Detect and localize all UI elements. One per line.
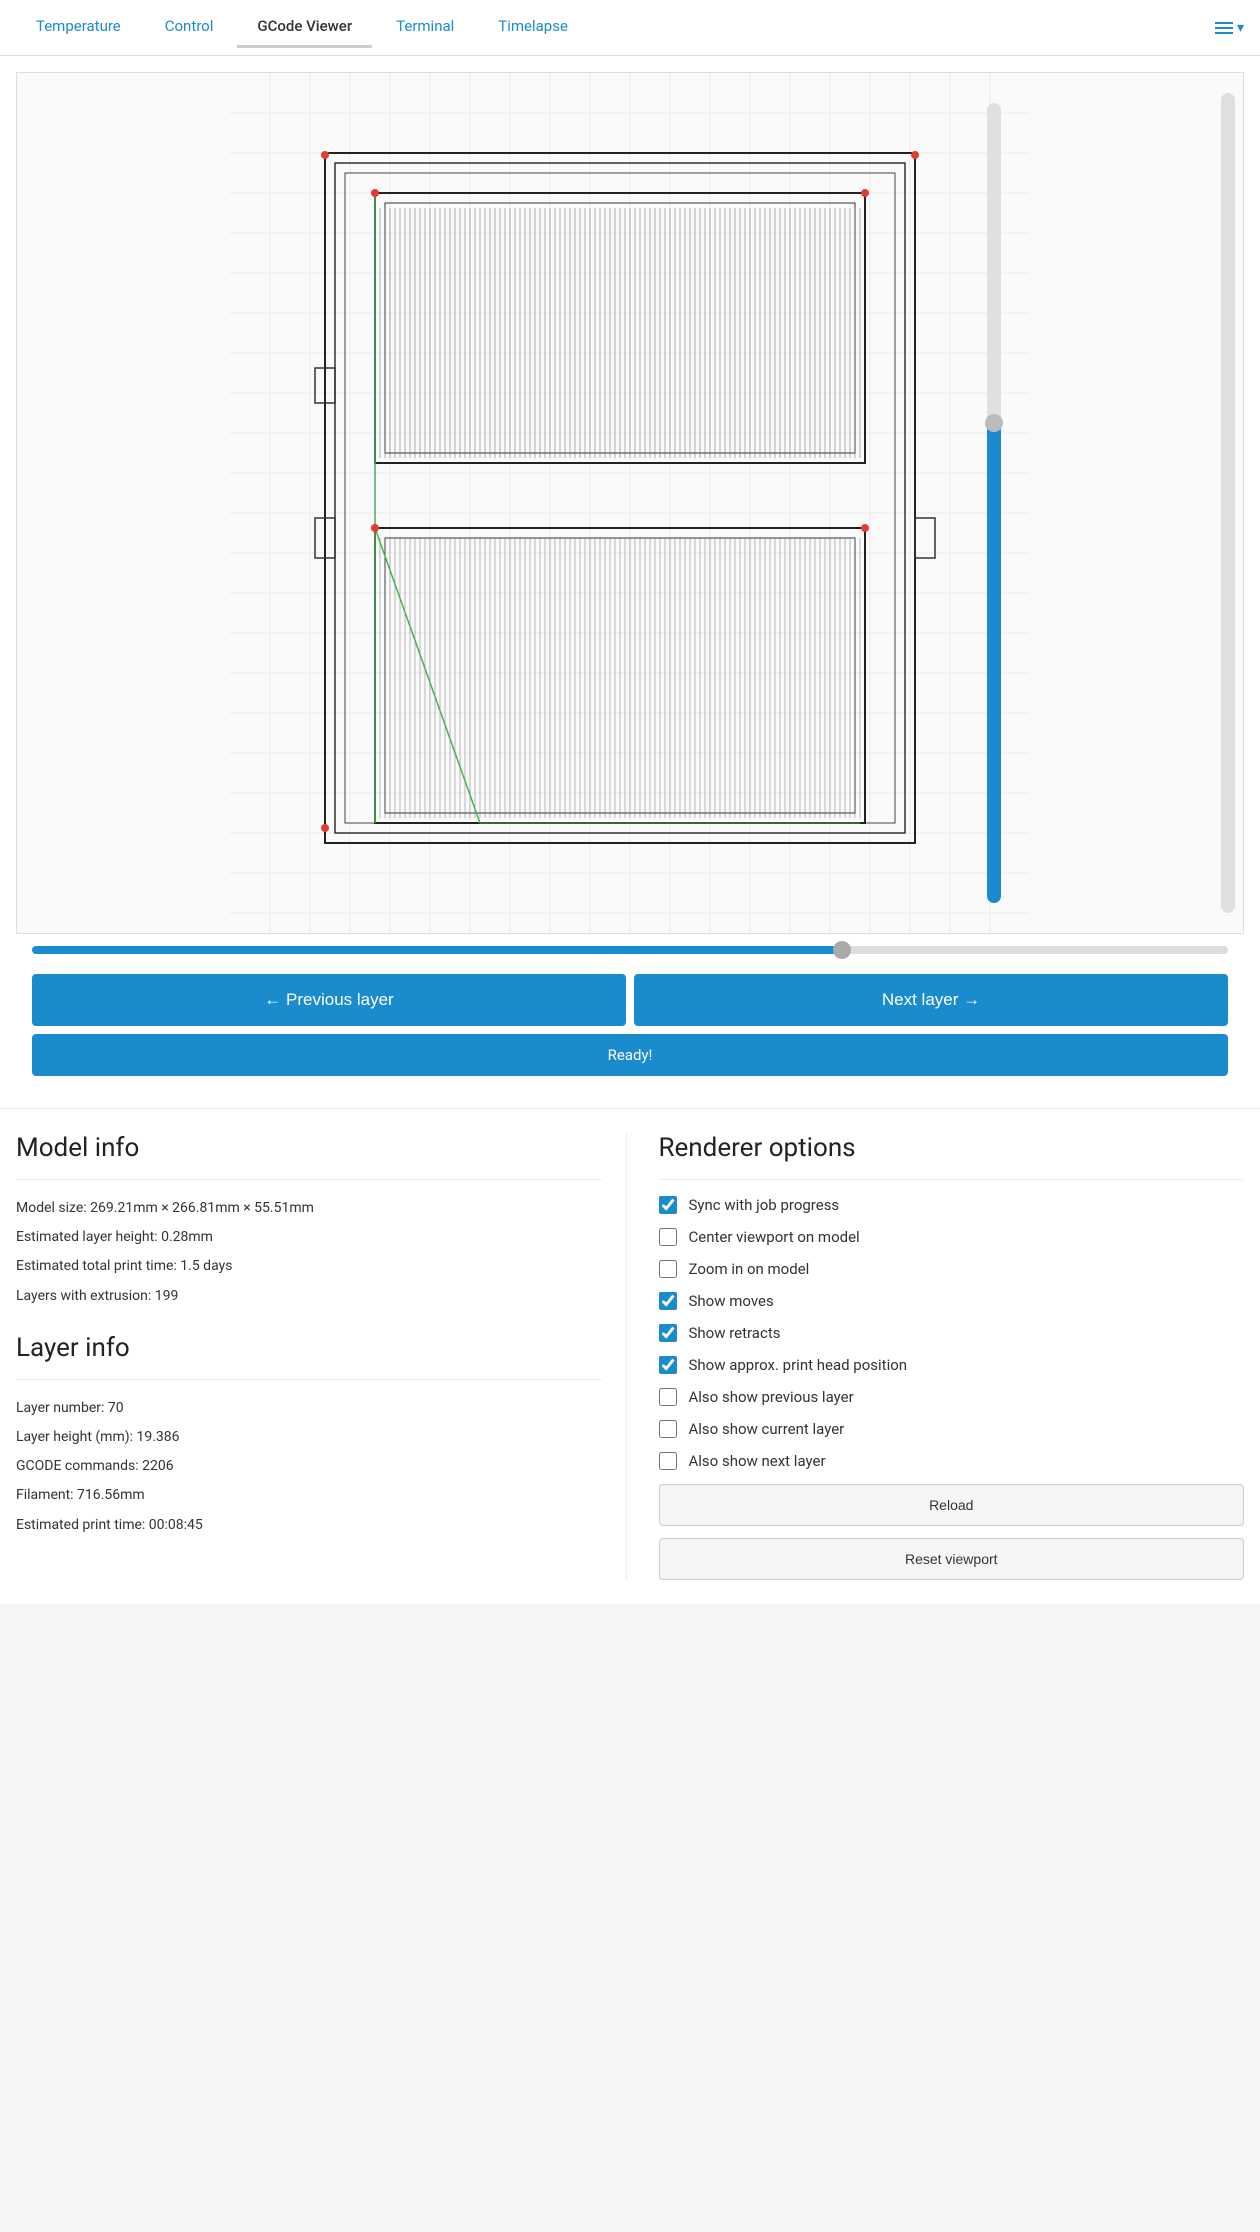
option-row-show-moves: Show moves xyxy=(659,1292,1245,1310)
layer-info-title: Layer info xyxy=(16,1333,602,1363)
prev-layer-button[interactable]: ← Previous layer xyxy=(32,974,626,1026)
info-sections: Model info Model size: 269.21mm × 266.81… xyxy=(0,1108,1260,1604)
next-layer-button[interactable]: Next layer → xyxy=(634,974,1228,1026)
reset-viewport-button[interactable]: Reset viewport xyxy=(659,1538,1245,1580)
label-show-current-layer: Also show current layer xyxy=(689,1420,845,1438)
renderer-options-title: Renderer options xyxy=(659,1133,1245,1163)
checkbox-show-next-layer[interactable] xyxy=(659,1452,677,1470)
checkbox-show-print-head[interactable] xyxy=(659,1356,677,1374)
model-info-title: Model info xyxy=(16,1133,602,1163)
label-show-print-head: Show approx. print head position xyxy=(689,1356,908,1374)
gcode-canvas-wrapper[interactable] xyxy=(16,72,1244,934)
option-row-show-print-head: Show approx. print head position xyxy=(659,1356,1245,1374)
checkbox-center-viewport[interactable] xyxy=(659,1228,677,1246)
checkbox-sync-job-progress[interactable] xyxy=(659,1196,677,1214)
tab-timelapse[interactable]: Timelapse xyxy=(478,7,588,48)
layer-number: Layer number: 70 xyxy=(16,1396,602,1421)
option-row-show-retracts: Show retracts xyxy=(659,1324,1245,1342)
layer-info-section: Layer info Layer number: 70 Layer height… xyxy=(16,1333,602,1538)
dropdown-arrow: ▾ xyxy=(1237,20,1244,36)
option-row-center-viewport: Center viewport on model xyxy=(659,1228,1245,1246)
option-row-zoom-on-model: Zoom in on model xyxy=(659,1260,1245,1278)
checkbox-show-moves[interactable] xyxy=(659,1292,677,1310)
viewer-container: ← Previous layer Next layer → Ready! xyxy=(0,56,1260,1108)
tab-gcode-viewer[interactable]: GCode Viewer xyxy=(237,7,372,48)
tab-control[interactable]: Control xyxy=(145,7,234,48)
option-row-show-prev-layer: Also show previous layer xyxy=(659,1388,1245,1406)
label-show-prev-layer: Also show previous layer xyxy=(689,1388,854,1406)
layer-height-actual: Layer height (mm): 19.386 xyxy=(16,1425,602,1450)
layer-navigation: ← Previous layer Next layer → xyxy=(16,966,1244,1030)
label-show-retracts: Show retracts xyxy=(689,1324,781,1342)
filament-length: Filament: 716.56mm xyxy=(16,1483,602,1508)
layer-print-time: Estimated print time: 00:08:45 xyxy=(16,1513,602,1538)
reload-button[interactable]: Reload xyxy=(659,1484,1245,1526)
layers-with-extrusion: Layers with extrusion: 199 xyxy=(16,1284,602,1309)
option-row-show-next-layer: Also show next layer xyxy=(659,1452,1245,1470)
horizontal-slider-wrapper xyxy=(16,934,1244,966)
label-show-next-layer: Also show next layer xyxy=(689,1452,826,1470)
model-info-text: Model size: 269.21mm × 266.81mm × 55.51m… xyxy=(16,1196,602,1309)
gcode-svg xyxy=(17,73,1243,933)
vertical-layer-slider[interactable] xyxy=(1221,93,1235,913)
checkbox-show-prev-layer[interactable] xyxy=(659,1388,677,1406)
left-info-column: Model info Model size: 269.21mm × 266.81… xyxy=(16,1133,627,1580)
print-time-estimate: Estimated total print time: 1.5 days xyxy=(16,1254,602,1279)
checkbox-show-current-layer[interactable] xyxy=(659,1420,677,1438)
option-row-show-current-layer: Also show current layer xyxy=(659,1420,1245,1438)
tab-menu-button[interactable]: ▾ xyxy=(1215,20,1244,36)
tab-bar: Temperature Control GCode Viewer Termina… xyxy=(0,0,1260,56)
renderer-options-list: Sync with job progress Center viewport on… xyxy=(659,1196,1245,1470)
checkbox-zoom-on-model[interactable] xyxy=(659,1260,677,1278)
horizontal-progress-slider[interactable] xyxy=(32,946,1228,954)
hamburger-icon xyxy=(1215,22,1233,34)
status-bar: Ready! xyxy=(32,1034,1228,1076)
model-size: Model size: 269.21mm × 266.81mm × 55.51m… xyxy=(16,1196,602,1221)
checkbox-show-retracts[interactable] xyxy=(659,1324,677,1342)
label-center-viewport: Center viewport on model xyxy=(689,1228,860,1246)
tab-terminal[interactable]: Terminal xyxy=(376,7,474,48)
right-info-column: Renderer options Sync with job progress C… xyxy=(627,1133,1245,1580)
layer-info-text: Layer number: 70 Layer height (mm): 19.3… xyxy=(16,1396,602,1538)
layer-height-estimate: Estimated layer height: 0.28mm xyxy=(16,1225,602,1250)
label-sync-job-progress: Sync with job progress xyxy=(689,1196,840,1214)
label-zoom-on-model: Zoom in on model xyxy=(689,1260,810,1278)
tab-temperature[interactable]: Temperature xyxy=(16,7,141,48)
gcode-commands: GCODE commands: 2206 xyxy=(16,1454,602,1479)
label-show-moves: Show moves xyxy=(689,1292,774,1310)
option-row-sync-job-progress: Sync with job progress xyxy=(659,1196,1245,1214)
